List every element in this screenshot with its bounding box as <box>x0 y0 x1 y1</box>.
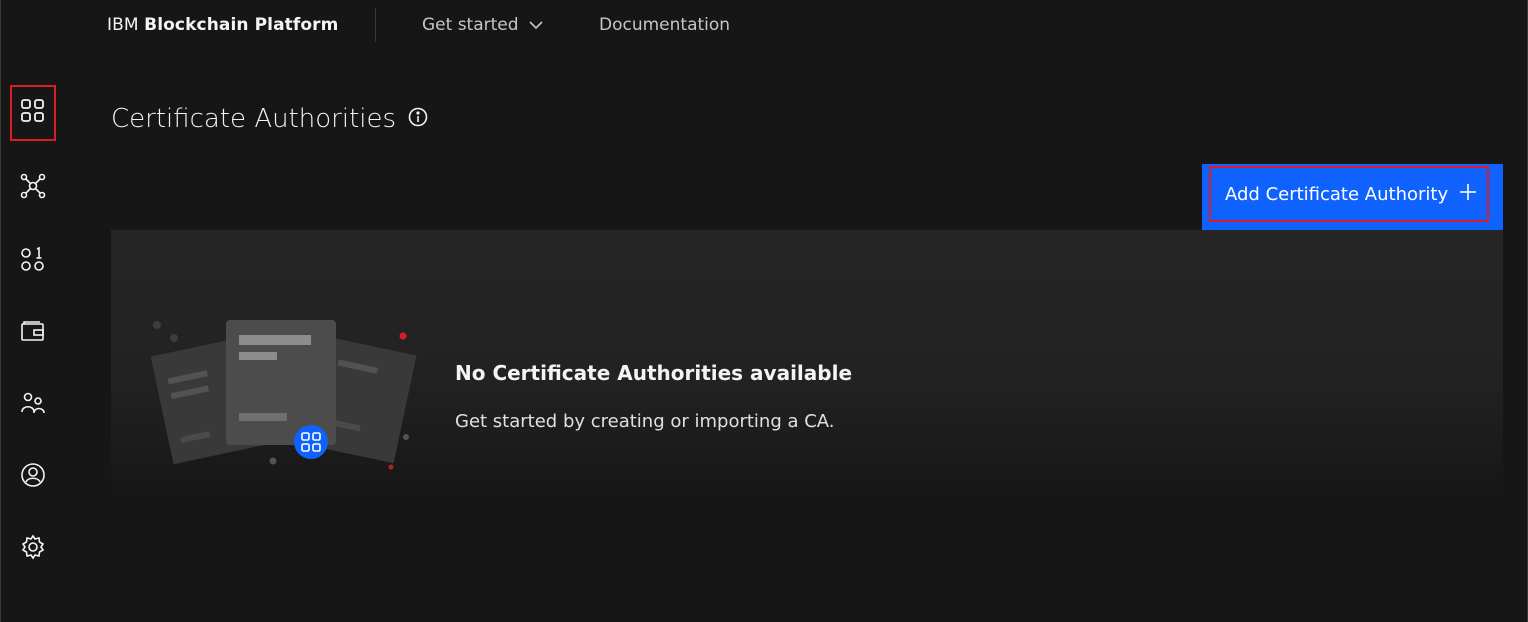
add-certificate-authority-button[interactable]: Add Certificate Authority <box>1209 166 1489 222</box>
empty-state-panel: No Certificate Authorities available Get… <box>111 230 1503 500</box>
sidebar-item-nodes[interactable] <box>10 85 56 141</box>
sidebar-item-settings[interactable] <box>10 521 56 577</box>
brand-prefix: IBM <box>107 15 139 35</box>
sidebar-item-users[interactable] <box>10 377 56 433</box>
nav-get-started[interactable]: Get started <box>422 15 543 35</box>
settings-gear-icon <box>20 534 46 564</box>
add-ca-button-container: Add Certificate Authority <box>1202 164 1503 230</box>
nav-get-started-label: Get started <box>422 15 519 35</box>
page-title-text: Certificate Authorities <box>111 104 397 134</box>
nodes-grid-icon <box>20 98 46 128</box>
page-title: Certificate Authorities <box>111 104 428 134</box>
sidebar-item-profile[interactable] <box>10 449 56 505</box>
info-icon[interactable] <box>408 104 428 134</box>
header-divider <box>375 8 376 42</box>
smart-contracts-icon <box>20 246 46 276</box>
empty-state-title: No Certificate Authorities available <box>455 361 853 385</box>
add-ca-button-label: Add Certificate Authority <box>1225 183 1449 205</box>
brand-logo[interactable]: IBM Blockchain Platform <box>107 15 338 35</box>
empty-state-illustration <box>150 310 421 480</box>
user-profile-icon <box>20 462 46 492</box>
brand-name: Blockchain Platform <box>144 15 339 35</box>
sidebar-item-wallet[interactable] <box>10 305 56 361</box>
sidebar-item-channels[interactable] <box>10 160 56 216</box>
sidebar-item-smart-contracts[interactable] <box>10 233 56 289</box>
chevron-down-icon <box>528 15 543 35</box>
channels-network-icon <box>20 173 46 203</box>
plus-icon <box>1459 183 1477 206</box>
sidebar <box>0 52 60 622</box>
nav-documentation[interactable]: Documentation <box>599 15 730 35</box>
empty-state-subtitle: Get started by creating or importing a C… <box>455 411 835 432</box>
top-header: IBM Blockchain Platform Get started Docu… <box>0 0 1528 52</box>
users-icon <box>20 390 46 420</box>
wallet-icon <box>20 320 46 346</box>
